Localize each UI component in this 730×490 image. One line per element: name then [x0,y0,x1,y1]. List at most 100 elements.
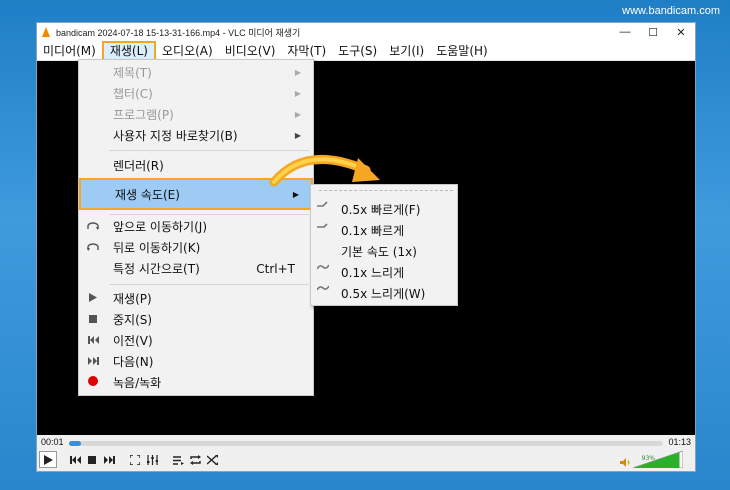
skip-forward-icon [103,456,115,464]
stop-icon [88,456,96,464]
menu-video[interactable]: 비디오(V) [219,41,282,61]
minimize-button[interactable]: — [611,26,639,38]
window-title: bandicam 2024-07-18 15-13-31-166.mp4 - V… [56,27,301,38]
maximize-button[interactable]: ☐ [639,26,667,39]
menu-item-custom-bookmarks[interactable]: 사용자 지정 바로찾기(B) ▶ [79,125,313,146]
speed-item-label: 0.5x 느리게(W) [341,287,426,301]
slower-icon [316,284,330,295]
play-button[interactable] [39,451,57,468]
equalizer-icon [146,455,158,465]
menu-item-label: 재생 속도(E) [115,187,180,202]
loop-icon [189,455,201,465]
next-button[interactable] [101,452,117,468]
speed-item-label: 0.1x 빠르게 [341,224,405,238]
speed-item-label: 0.1x 느리게 [341,266,405,280]
playback-speed-submenu: 0.5x 빠르게(F) 0.1x 빠르게 기본 속도 (1x) 0.1x 느리게… [310,184,458,306]
speed-item-label: 기본 속도 (1x) [341,245,417,259]
speed-item-label: 0.5x 빠르게(F) [341,203,421,217]
menu-item-jump-backward[interactable]: 뒤로 이동하기(K) [79,237,313,258]
menu-item-label: 사용자 지정 바로찾기(B) [113,129,238,143]
menu-item-label: 재생(P) [113,292,152,306]
elapsed-time: 00:01 [41,437,64,447]
menu-item-next[interactable]: 다음(N) [79,351,313,372]
menu-tearoff-line [319,190,453,191]
vlc-cone-icon [41,26,52,38]
speed-item-faster-fine[interactable]: 0.1x 빠르게 [311,219,457,240]
mute-button[interactable] [617,454,633,470]
menu-item-record[interactable]: 녹음/녹화 [79,372,313,393]
seek-bar-fill [69,441,81,446]
submenu-arrow-icon: ▶ [294,131,301,140]
menu-item-label: 뒤로 이동하기(K) [113,241,201,255]
menu-item-title[interactable]: 제목(T) ▶ [79,62,313,83]
menu-separator [109,214,309,215]
speed-item-slower-fine[interactable]: 0.1x 느리게 [311,261,457,282]
faster-fine-icon [317,221,329,232]
extended-settings-button[interactable] [144,452,160,468]
seek-bar[interactable] [69,441,663,446]
previous-button[interactable] [67,452,83,468]
submenu-arrow-icon: ▶ [294,68,301,77]
skip-back-icon [69,456,81,464]
menu-item-play[interactable]: 재생(P) [79,288,313,309]
jump-forward-icon [86,220,100,233]
callout-arrow-icon [269,155,380,187]
jump-backward-icon [86,241,100,254]
menu-item-label: 다음(N) [113,355,154,369]
menu-view[interactable]: 보기(I) [383,41,430,61]
slower-fine-icon [316,263,330,274]
playback-menu: 제목(T) ▶ 챕터(C) ▶ 프로그램(P) ▶ 사용자 지정 바로찾기(B)… [78,59,314,396]
volume-wedge [632,450,684,469]
menu-bar: 미디어(M) 재생(L) 오디오(A) 비디오(V) 자막(T) 도구(S) 보… [37,40,695,61]
stop-button[interactable] [84,452,100,468]
bandicam-watermark: www.bandicam.com [622,5,720,17]
speed-item-normal[interactable]: 기본 속도 (1x) [311,240,457,261]
menu-tools[interactable]: 도구(S) [332,41,383,61]
menu-item-previous[interactable]: 이전(V) [79,330,313,351]
menu-item-jump-forward[interactable]: 앞으로 이동하기(J) [79,216,313,237]
skip-forward-icon [86,355,100,368]
shuffle-button[interactable] [204,452,220,468]
menu-item-stop[interactable]: 중지(S) [79,309,313,330]
playlist-icon [172,455,184,465]
menu-separator [109,284,309,285]
menu-help[interactable]: 도움말(H) [430,41,494,61]
record-icon [86,376,100,389]
stop-icon [86,313,100,326]
faster-icon [317,200,329,211]
menu-item-label: 이전(V) [113,334,153,348]
fullscreen-icon [130,455,140,465]
menu-subtitle[interactable]: 자막(T) [281,41,332,61]
skip-back-icon [86,334,100,347]
control-bar: 00:01 01:13 93% [37,435,695,471]
submenu-arrow-icon: ▶ [294,110,301,119]
menu-item-jump-to-time[interactable]: 특정 시간으로(T) Ctrl+T [79,258,313,279]
play-icon [86,292,100,305]
close-button[interactable]: ✕ [667,26,695,39]
title-bar: bandicam 2024-07-18 15-13-31-166.mp4 - V… [37,23,695,41]
menu-item-program[interactable]: 프로그램(P) ▶ [79,104,313,125]
speed-item-slower[interactable]: 0.5x 느리게(W) [311,282,457,303]
playlist-button[interactable] [170,452,186,468]
menu-media[interactable]: 미디어(M) [37,41,102,61]
total-time: 01:13 [668,437,691,447]
menu-item-label: 렌더러(R) [113,159,164,173]
menu-item-label: 특정 시간으로(T) [113,262,200,276]
volume-level-fill [633,452,680,468]
menu-item-label: 녹음/녹화 [113,376,162,390]
menu-item-chapter[interactable]: 챕터(C) ▶ [79,83,313,104]
menu-item-label: 중지(S) [113,313,153,327]
menu-item-label: 챕터(C) [113,87,153,101]
menu-item-shortcut: Ctrl+T [256,261,295,276]
volume-slider[interactable] [632,450,684,469]
menu-playback[interactable]: 재생(L) [101,40,156,61]
play-icon [43,454,53,465]
speed-item-faster[interactable]: 0.5x 빠르게(F) [311,198,457,219]
submenu-arrow-icon: ▶ [292,189,299,199]
menu-item-label: 앞으로 이동하기(J) [113,220,207,234]
menu-audio[interactable]: 오디오(A) [156,41,219,61]
speaker-icon [619,457,629,467]
menu-item-label: 제목(T) [113,66,152,80]
loop-button[interactable] [187,452,203,468]
fullscreen-button[interactable] [127,452,143,468]
